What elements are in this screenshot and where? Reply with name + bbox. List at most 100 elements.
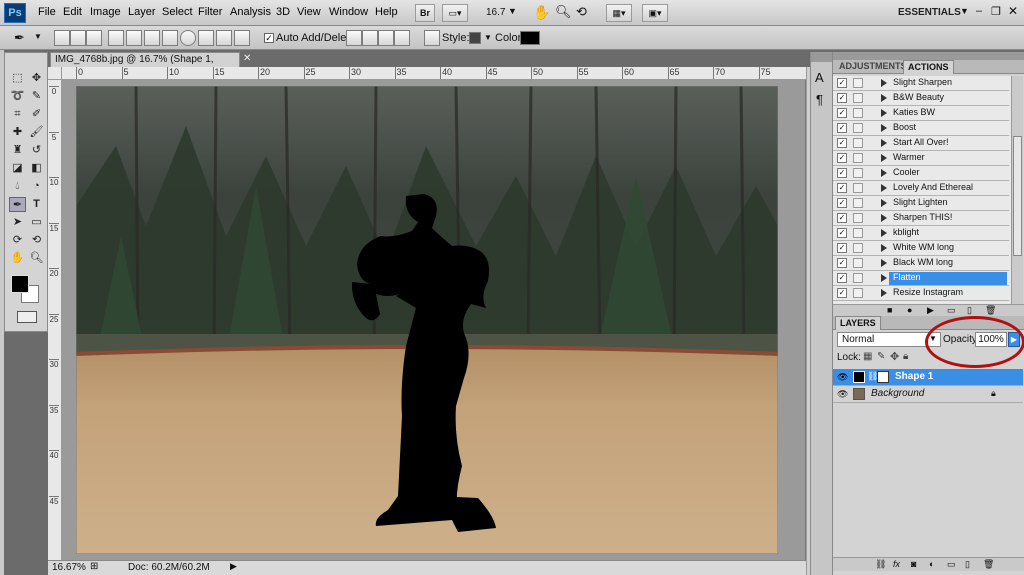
foreground-color-swatch[interactable] <box>11 275 29 293</box>
dialog-toggle[interactable] <box>853 138 863 148</box>
action-label[interactable]: B&W Beauty <box>893 92 944 102</box>
action-label[interactable]: Flatten <box>889 272 1007 285</box>
restore-icon[interactable]: ❐ <box>991 5 1001 18</box>
menu-image[interactable]: Image <box>90 6 121 18</box>
dialog-toggle[interactable] <box>853 198 863 208</box>
action-enabled-checkbox[interactable]: ✓ <box>837 123 847 133</box>
bridge-button[interactable]: Br <box>415 4 435 22</box>
adjustment-layer-icon[interactable]: ◐ <box>929 559 934 569</box>
layer-row-background[interactable]: 👁︎ Background 🔒︎ <box>833 386 1023 403</box>
ellipse-icon[interactable] <box>180 30 196 46</box>
healing-brush-icon[interactable]: ✚ <box>9 125 26 140</box>
rectangle-icon[interactable] <box>144 30 160 46</box>
screen-mode-icon[interactable]: ▣▾ <box>642 4 668 22</box>
action-row[interactable]: ✓ Sharpen THIS! <box>833 211 1009 226</box>
action-row[interactable]: ✓ Slight Sharpen <box>833 76 1009 91</box>
menu-3d[interactable]: 3D <box>276 6 290 18</box>
character-panel-icon[interactable]: A <box>815 70 824 85</box>
action-label[interactable]: Sharpen THIS! <box>893 212 952 222</box>
clone-stamp-icon[interactable]: ♜ <box>9 143 26 158</box>
new-group-icon[interactable]: ▭ <box>947 559 956 570</box>
layer-thumbnail[interactable] <box>853 388 865 400</box>
scroll-thumb[interactable] <box>1013 136 1022 256</box>
action-label[interactable]: kblight <box>893 227 919 237</box>
dialog-toggle[interactable] <box>853 228 863 238</box>
action-enabled-checkbox[interactable]: ✓ <box>837 213 847 223</box>
action-row[interactable]: ✓ Warmer <box>833 151 1009 166</box>
action-enabled-checkbox[interactable]: ✓ <box>837 243 847 253</box>
menu-file[interactable]: File <box>38 6 56 18</box>
new-layer-icon[interactable]: ▯ <box>965 559 970 570</box>
menu-select[interactable]: Select <box>162 6 193 18</box>
action-enabled-checkbox[interactable]: ✓ <box>837 93 847 103</box>
menu-filter[interactable]: Filter <box>198 6 222 18</box>
history-brush-icon[interactable]: ↺ <box>28 143 45 158</box>
lock-transparent-icon[interactable]: ▦ <box>863 351 872 362</box>
delete-layer-icon[interactable]: 🗑︎ <box>983 559 994 570</box>
action-row[interactable]: ✓ kblight <box>833 226 1009 241</box>
delete-icon[interactable]: 🗑︎ <box>985 305 996 316</box>
ruler-origin[interactable] <box>48 67 62 80</box>
chevron-down-icon[interactable]: ▼ <box>34 32 42 41</box>
action-label[interactable]: Resize Instagram <box>893 287 963 297</box>
action-enabled-checkbox[interactable]: ✓ <box>837 198 847 208</box>
menu-view[interactable]: View <box>297 6 321 18</box>
dialog-toggle[interactable] <box>853 78 863 88</box>
expand-triangle-icon[interactable] <box>881 214 887 222</box>
type-tool-icon[interactable]: T <box>28 197 45 212</box>
new-set-icon[interactable]: ▭ <box>947 305 956 316</box>
shape-tool-icon[interactable]: ▭ <box>28 215 45 230</box>
dodge-tool-icon[interactable]: ◔ <box>28 179 45 194</box>
action-row[interactable]: ✓ Lovely And Ethereal <box>833 181 1009 196</box>
add-mask-icon[interactable]: ◙ <box>911 559 916 569</box>
blur-tool-icon[interactable]: 💧︎ <box>9 179 26 194</box>
arrange-documents-icon[interactable]: ▦▾ <box>606 4 632 22</box>
action-row[interactable]: ✓ Slight Lighten <box>833 196 1009 211</box>
eraser-icon[interactable]: ◪ <box>9 161 26 176</box>
layer-name[interactable]: Background <box>871 388 924 399</box>
lock-image-icon[interactable]: ✎ <box>877 351 885 362</box>
brush-tool-icon[interactable]: 🖌︎ <box>28 125 45 140</box>
style-swatch[interactable] <box>469 32 481 44</box>
menu-edit[interactable]: Edit <box>63 6 82 18</box>
expand-triangle-icon[interactable] <box>881 124 887 132</box>
play-icon[interactable]: ▶ <box>927 305 934 316</box>
tab-layers[interactable]: LAYERS <box>835 316 881 330</box>
gradient-icon[interactable]: ◧ <box>28 161 45 176</box>
expand-triangle-icon[interactable] <box>881 274 887 282</box>
action-label[interactable]: Black WM long <box>893 257 953 267</box>
menu-help[interactable]: Help <box>375 6 398 18</box>
action-row[interactable]: ✓ B&W Beauty <box>833 91 1009 106</box>
expand-triangle-icon[interactable] <box>881 154 887 162</box>
link-style-icon[interactable] <box>424 30 440 46</box>
new-action-icon[interactable]: ▯ <box>967 305 972 316</box>
pen-tool-icon[interactable]: ✒ <box>14 30 25 46</box>
expand-triangle-icon[interactable] <box>881 184 887 192</box>
dialog-toggle[interactable] <box>853 213 863 223</box>
dialog-toggle[interactable] <box>853 123 863 133</box>
actions-scrollbar[interactable] <box>1011 76 1023 304</box>
3d-rotate-icon[interactable]: ⟳ <box>9 233 26 248</box>
freeform-pen-icon[interactable] <box>126 30 142 46</box>
action-row[interactable]: ✓ Resize Instagram <box>833 286 1009 301</box>
menu-layer[interactable]: Layer <box>128 6 156 18</box>
menu-window[interactable]: Window <box>329 6 368 18</box>
action-row[interactable]: ✓ White WM long <box>833 241 1009 256</box>
tab-adjustments[interactable]: ADJUSTMENTS <box>835 60 911 74</box>
action-enabled-checkbox[interactable]: ✓ <box>837 78 847 88</box>
dialog-toggle[interactable] <box>853 153 863 163</box>
eye-icon[interactable]: 👁︎ <box>837 372 848 382</box>
marquee-tool-icon[interactable]: ⬚ <box>9 71 26 86</box>
minimize-icon[interactable]: – <box>976 5 982 17</box>
action-enabled-checkbox[interactable]: ✓ <box>837 108 847 118</box>
expand-triangle-icon[interactable] <box>881 94 887 102</box>
intersect-shape-areas-icon[interactable] <box>378 30 394 46</box>
3d-orbit-icon[interactable]: ⟲ <box>28 233 45 248</box>
image-canvas[interactable] <box>76 86 778 554</box>
layer-name[interactable]: Shape 1 <box>895 371 933 382</box>
action-label[interactable]: Katies BW <box>893 107 935 117</box>
expand-triangle-icon[interactable] <box>881 244 887 252</box>
polygon-icon[interactable] <box>198 30 214 46</box>
action-enabled-checkbox[interactable]: ✓ <box>837 288 847 298</box>
action-label[interactable]: Cooler <box>893 167 920 177</box>
